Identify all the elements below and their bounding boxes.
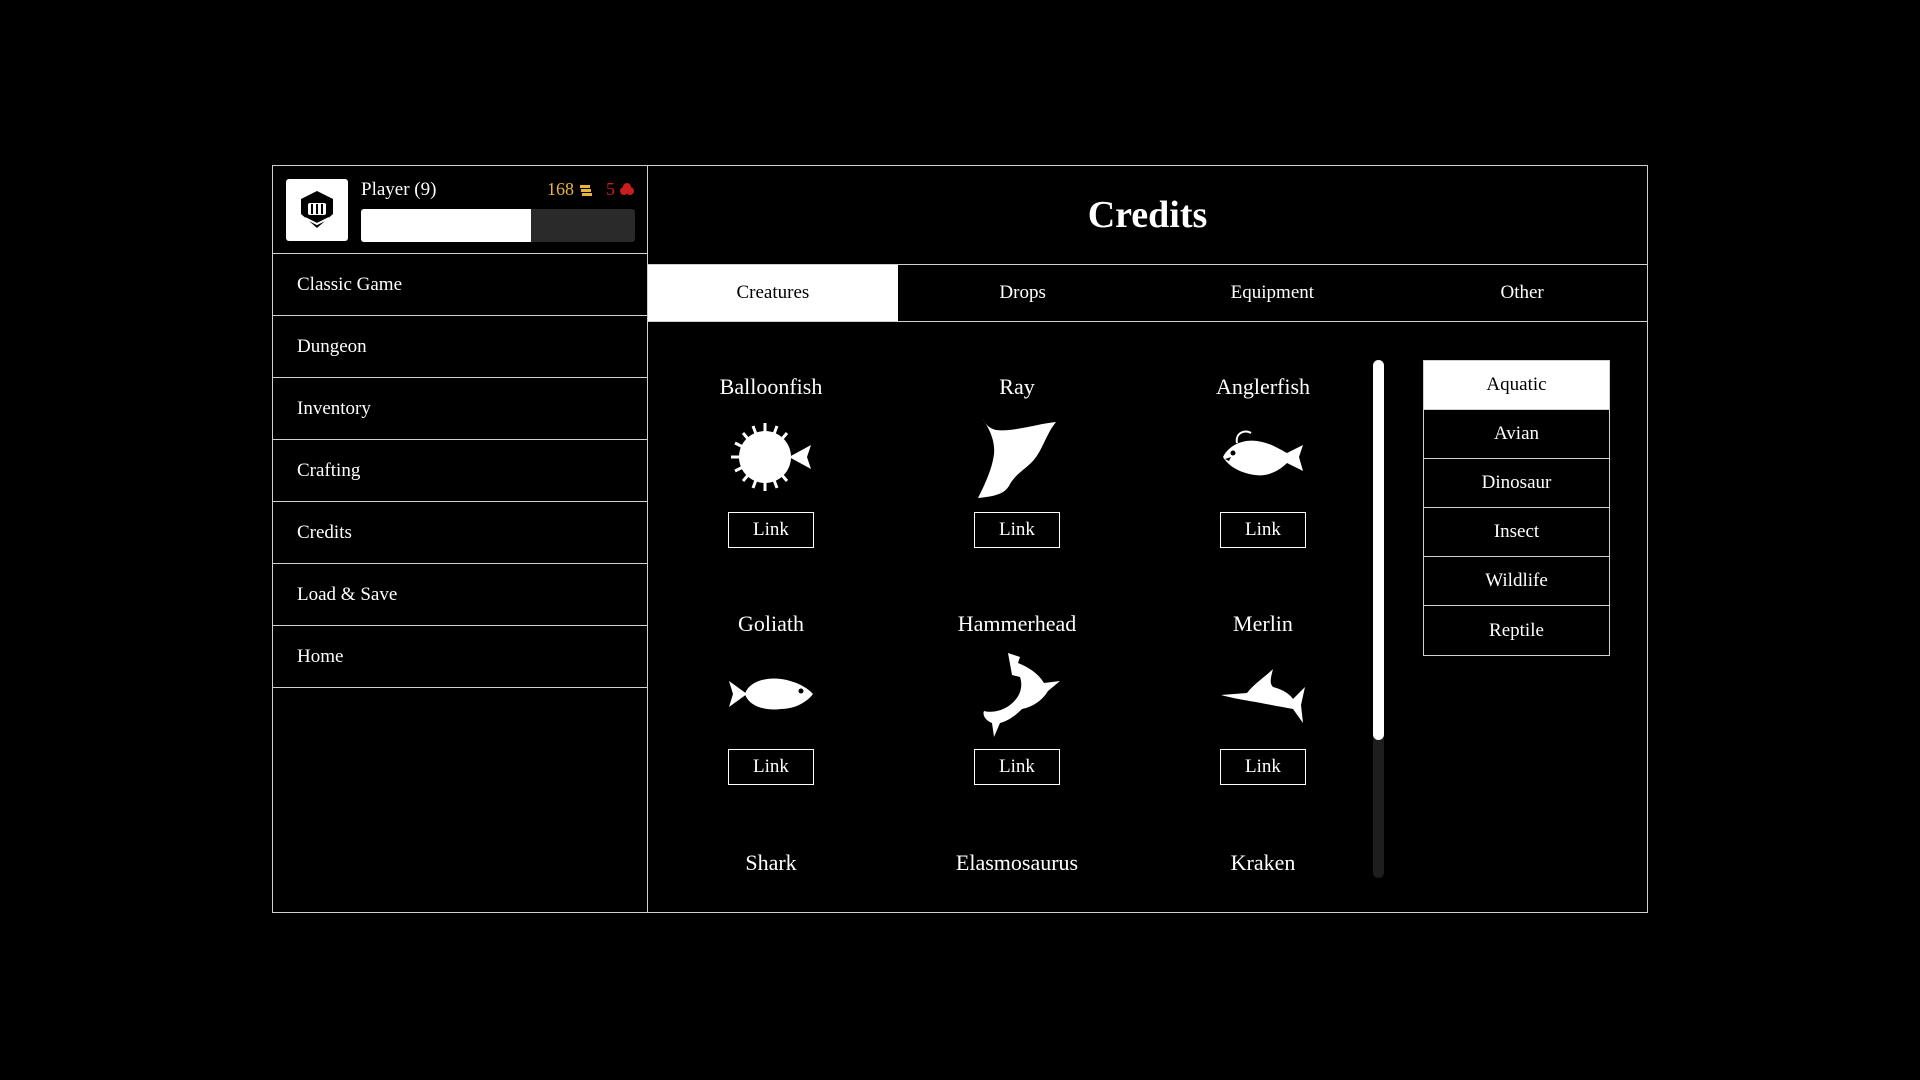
sidebar: Player (9) 168 5 Classic Game Dungeon In… (273, 166, 648, 912)
currency-display: 168 5 (547, 179, 635, 200)
creature-card: Anglerfish Link (1140, 372, 1386, 548)
goliath-icon (648, 649, 894, 739)
nav-load-save[interactable]: Load & Save (273, 564, 647, 626)
balloonfish-icon (648, 412, 894, 502)
category-insect[interactable]: Insect (1424, 508, 1609, 557)
category-filter-list: Aquatic Avian Dinosaur Insect Wildlife R… (1423, 360, 1610, 656)
ray-icon (894, 412, 1140, 502)
creature-card: Ray Link (894, 372, 1140, 548)
category-reptile[interactable]: Reptile (1424, 606, 1609, 655)
scrollbar-thumb[interactable] (1373, 360, 1384, 740)
creature-name: Anglerfish (1215, 374, 1311, 399)
nav-home[interactable]: Home (273, 626, 647, 688)
category-aquatic[interactable]: Aquatic (1424, 361, 1609, 410)
creature-scrollbar[interactable] (1373, 360, 1384, 878)
creature-card: Shark (648, 848, 894, 878)
creature-name: Balloonfish (719, 374, 823, 399)
title-bar: Credits (648, 166, 1647, 265)
tab-creatures[interactable]: Creatures (648, 265, 898, 321)
creature-grid[interactable]: Balloonfish Link Ray Link Anglerfish Lin… (648, 322, 1388, 912)
category-avian[interactable]: Avian (1424, 410, 1609, 459)
nav-crafting[interactable]: Crafting (273, 440, 647, 502)
gold-coins-icon (580, 184, 592, 196)
credits-tabs: Creatures Drops Equipment Other (648, 265, 1647, 322)
nav-classic-game[interactable]: Classic Game (273, 254, 647, 316)
hammerhead-icon (894, 649, 1140, 739)
page-title: Credits (1087, 194, 1208, 236)
main-panel: Credits Creatures Drops Equipment Other … (648, 166, 1647, 912)
creature-name: Kraken (1230, 850, 1296, 875)
gem-icon (620, 182, 634, 195)
category-wildlife[interactable]: Wildlife (1424, 557, 1609, 606)
creature-link-button[interactable]: Link (974, 512, 1060, 548)
tab-equipment[interactable]: Equipment (1148, 265, 1398, 321)
creature-name: Merlin (1233, 611, 1293, 636)
category-dinosaur[interactable]: Dinosaur (1424, 459, 1609, 508)
creature-link-button[interactable]: Link (728, 512, 814, 548)
nav-inventory[interactable]: Inventory (273, 378, 647, 440)
player-name: Player (9) (361, 179, 437, 200)
marlin-icon (1140, 649, 1386, 739)
creature-card: Kraken (1140, 848, 1386, 878)
creature-link-button[interactable]: Link (1220, 749, 1306, 785)
creature-link-button[interactable]: Link (1220, 512, 1306, 548)
credits-content: Balloonfish Link Ray Link Anglerfish Lin… (648, 322, 1647, 912)
experience-bar (361, 209, 635, 242)
tab-other[interactable]: Other (1397, 265, 1647, 321)
anglerfish-icon (1140, 412, 1386, 502)
tab-drops[interactable]: Drops (898, 265, 1148, 321)
gold-amount: 168 (547, 179, 574, 199)
creature-link-button[interactable]: Link (974, 749, 1060, 785)
creature-card: Elasmosaurus (894, 848, 1140, 878)
experience-bar-fill (361, 209, 531, 242)
creature-name: Shark (745, 850, 797, 875)
creature-card: Balloonfish Link (648, 372, 894, 548)
knight-helmet-avatar-icon[interactable] (286, 179, 348, 241)
creature-card: Merlin Link (1140, 609, 1386, 785)
game-window: Player (9) 168 5 Classic Game Dungeon In… (272, 165, 1648, 913)
nav-credits[interactable]: Credits (273, 502, 647, 564)
creature-link-button[interactable]: Link (728, 749, 814, 785)
creature-name: Elasmosaurus (955, 850, 1079, 875)
creature-name: Hammerhead (957, 611, 1077, 636)
creature-card: Goliath Link (648, 609, 894, 785)
player-profile: Player (9) 168 5 (273, 166, 647, 254)
creature-name: Ray (999, 374, 1035, 399)
nav-dungeon[interactable]: Dungeon (273, 316, 647, 378)
gem-amount: 5 (606, 179, 615, 199)
creature-name: Goliath (738, 611, 804, 636)
creature-card: Hammerhead Link (894, 609, 1140, 785)
